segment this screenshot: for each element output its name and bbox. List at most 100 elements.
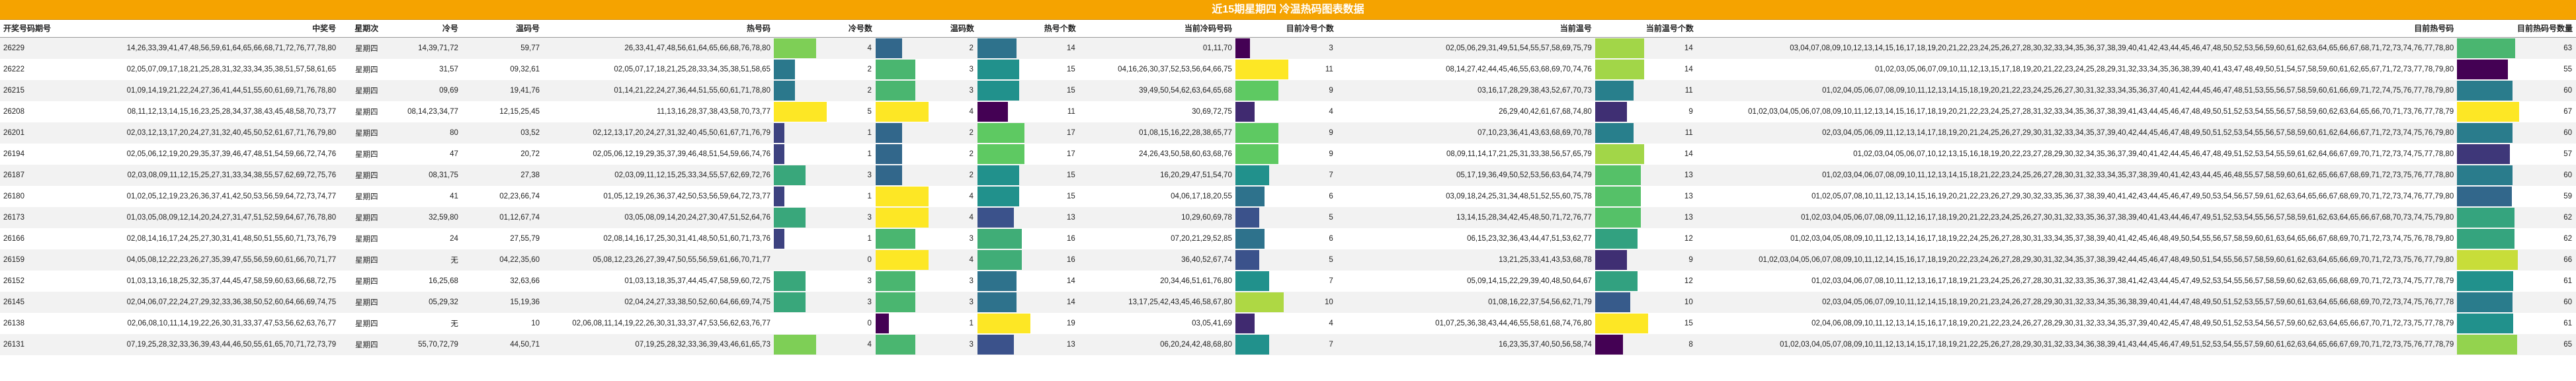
current-warm-numbers-cell: 07,10,23,36,41,43,63,68,69,70,78	[1337, 122, 1595, 144]
current-warm-count-bar: 12	[1595, 270, 1697, 292]
weekday-cell: 星期四	[339, 185, 394, 207]
hot-count-bar: 14	[977, 270, 1079, 292]
warm-count-bar-value: 1	[969, 319, 974, 327]
cold-count-bar-value: 1	[867, 192, 872, 200]
hot-count-bar-value: 15	[1067, 65, 1075, 73]
winning-numbers-cell: 02,05,07,09,17,18,21,25,28,31,32,33,34,3…	[67, 58, 340, 80]
current-cold-count-bar: 4	[1235, 312, 1337, 334]
current-warm-count-bar-value: 14	[1684, 149, 1693, 158]
warm-count-bar: 2	[875, 37, 977, 59]
cold-count-bar: 3	[773, 291, 876, 313]
current-hot-numbers-cell: 01,02,05,07,08,10,11,12,13,14,15,16,19,2…	[1696, 185, 2458, 207]
cold-count-bar-value: 5	[867, 107, 872, 116]
col-header-weekday[interactable]: 星期次	[339, 20, 394, 38]
warm-numbers-cell: 32,63,66	[461, 270, 544, 292]
warm-count-bar-value: 4	[969, 192, 974, 200]
cold-count-bar: 0	[773, 249, 876, 271]
weekday-cell: 星期四	[339, 291, 394, 313]
warm-numbers-cell: 44,50,71	[461, 333, 544, 355]
table-row[interactable]: 26138 02,06,08,10,11,14,19,22,26,30,31,33…	[0, 312, 2576, 334]
warm-count-bar: 3	[875, 228, 977, 249]
warm-count-bar-value: 3	[969, 340, 974, 349]
table-body: 26229 14,26,33,39,41,47,48,56,59,61,64,65…	[0, 37, 2576, 355]
col-header-cold[interactable]: 冷号	[394, 20, 462, 38]
current-cold-count-bar: 5	[1235, 249, 1337, 271]
hot-count-bar: 15	[977, 58, 1079, 80]
col-header-hot[interactable]: 热号码	[543, 20, 774, 38]
winning-numbers-cell: 04,05,08,12,22,23,26,27,35,39,47,55,56,5…	[67, 249, 340, 271]
current-cold-count-bar: 7	[1235, 270, 1337, 292]
cold-count-bar: 3	[773, 206, 876, 228]
table-row[interactable]: 26215 01,09,14,19,21,22,24,27,36,41,44,51…	[0, 79, 2576, 101]
cold-numbers-cell: 08,31,75	[394, 164, 462, 186]
warm-numbers-cell: 12,15,25,45	[461, 101, 544, 122]
table-row[interactable]: 26194 02,05,06,12,19,20,29,35,37,39,46,47…	[0, 143, 2576, 165]
current-cold-count-bar-value: 9	[1329, 128, 1333, 137]
current-hot-count-bar: 62	[2457, 228, 2576, 249]
table-row[interactable]: 26159 04,05,08,12,22,23,26,27,35,39,47,55…	[0, 249, 2576, 271]
warm-count-bar: 3	[875, 270, 977, 292]
table-row[interactable]: 26131 07,19,25,28,32,33,36,39,43,44,46,50…	[0, 333, 2576, 355]
cold-count-bar-value: 3	[867, 276, 872, 285]
current-hot-count-bar: 62	[2457, 206, 2576, 228]
issue-cell: 26229	[0, 37, 68, 59]
cold-count-bar-value: 1	[867, 128, 872, 137]
current-cold-numbers-cell: 24,26,43,50,58,60,63,68,76	[1079, 143, 1235, 165]
hot-count-bar-value: 14	[1067, 44, 1075, 52]
current-warm-count-bar-value: 12	[1684, 234, 1693, 243]
col-header-cur-hot-count[interactable]: 目前热码号数量	[2457, 20, 2576, 38]
hot-numbers-cell: 11,13,16,28,37,38,43,58,70,73,77	[543, 101, 774, 122]
col-header-issue[interactable]: 开奖号码期号	[0, 20, 68, 38]
hot-count-bar-value: 15	[1067, 86, 1075, 95]
weekday-cell: 星期四	[339, 143, 394, 165]
col-header-winning[interactable]: 中奖号	[67, 20, 340, 38]
cold-numbers-cell: 24	[394, 228, 462, 249]
weekday-cell: 星期四	[339, 122, 394, 144]
table-row[interactable]: 26166 02,08,14,16,17,24,25,27,30,31,41,48…	[0, 228, 2576, 249]
cold-count-bar-value: 1	[867, 149, 872, 158]
warm-numbers-cell: 19,41,76	[461, 79, 544, 101]
table-row[interactable]: 26173 01,03,05,08,09,12,14,20,24,27,31,47…	[0, 206, 2576, 228]
table-row[interactable]: 26145 02,04,06,07,22,24,27,29,32,33,36,38…	[0, 291, 2576, 313]
current-cold-count-bar: 10	[1235, 291, 1337, 313]
current-warm-count-bar-value: 13	[1684, 171, 1693, 179]
table-row[interactable]: 26187 02,03,08,09,11,12,15,25,27,31,33,34…	[0, 164, 2576, 186]
cold-numbers-cell: 41	[394, 185, 462, 207]
current-hot-count-bar: 63	[2457, 37, 2576, 59]
col-header-cold-count[interactable]: 冷号数	[773, 20, 876, 38]
table-row[interactable]: 26180 01,02,05,12,19,23,26,36,37,41,42,50…	[0, 185, 2576, 207]
current-warm-numbers-cell: 06,15,23,32,36,43,44,47,51,53,62,77	[1337, 228, 1595, 249]
cold-count-bar: 1	[773, 143, 876, 165]
hot-count-bar: 14	[977, 37, 1079, 59]
warm-count-bar-value: 3	[969, 65, 974, 73]
col-header-cur-cold-count[interactable]: 目前冷号个数	[1235, 20, 1337, 38]
winning-numbers-cell: 14,26,33,39,41,47,48,56,59,61,64,65,66,6…	[67, 37, 340, 59]
table-row[interactable]: 26229 14,26,33,39,41,47,48,56,59,61,64,65…	[0, 37, 2576, 59]
col-header-warm[interactable]: 温码号	[461, 20, 544, 38]
cold-count-bar-value: 2	[867, 86, 872, 95]
col-header-cur-cold[interactable]: 当前冷码号码	[1079, 20, 1235, 38]
col-header-warm-count[interactable]: 温码数	[875, 20, 977, 38]
col-header-cur-warm[interactable]: 当前温号	[1337, 20, 1595, 38]
winning-numbers-cell: 01,02,05,12,19,23,26,36,37,41,42,50,53,5…	[67, 185, 340, 207]
current-hot-count-bar: 61	[2457, 312, 2576, 334]
issue-cell: 26145	[0, 291, 68, 313]
table-row[interactable]: 26201 02,03,12,13,17,20,24,27,31,32,40,45…	[0, 122, 2576, 144]
current-hot-numbers-cell: 01,02,03,04,05,06,07,08,09,10,11,12,13,1…	[1696, 101, 2458, 122]
current-hot-count-bar: 61	[2457, 270, 2576, 292]
current-cold-count-bar: 7	[1235, 333, 1337, 355]
col-header-cur-warm-count[interactable]: 当前温号个数	[1595, 20, 1697, 38]
winning-numbers-cell: 02,06,08,10,11,14,19,22,26,30,31,33,37,4…	[67, 312, 340, 334]
cold-count-bar: 4	[773, 333, 876, 355]
table-row[interactable]: 26152 01,03,13,16,18,25,32,35,37,44,45,47…	[0, 270, 2576, 292]
cold-count-bar: 2	[773, 79, 876, 101]
cold-count-bar: 2	[773, 58, 876, 80]
warm-count-bar: 4	[875, 101, 977, 122]
table-row[interactable]: 26208 08,11,12,13,14,15,16,23,25,28,34,37…	[0, 101, 2576, 122]
cold-count-bar-value: 3	[867, 298, 872, 306]
col-header-hot-count[interactable]: 热号个数	[977, 20, 1079, 38]
col-header-cur-hot[interactable]: 目前热号码	[1696, 20, 2458, 38]
table-row[interactable]: 26222 02,05,07,09,17,18,21,25,28,31,32,33…	[0, 58, 2576, 80]
hot-numbers-cell: 01,03,13,18,35,37,44,45,47,58,59,60,72,7…	[543, 270, 774, 292]
current-warm-numbers-cell: 05,17,19,36,49,50,52,53,56,63,64,74,79	[1337, 164, 1595, 186]
